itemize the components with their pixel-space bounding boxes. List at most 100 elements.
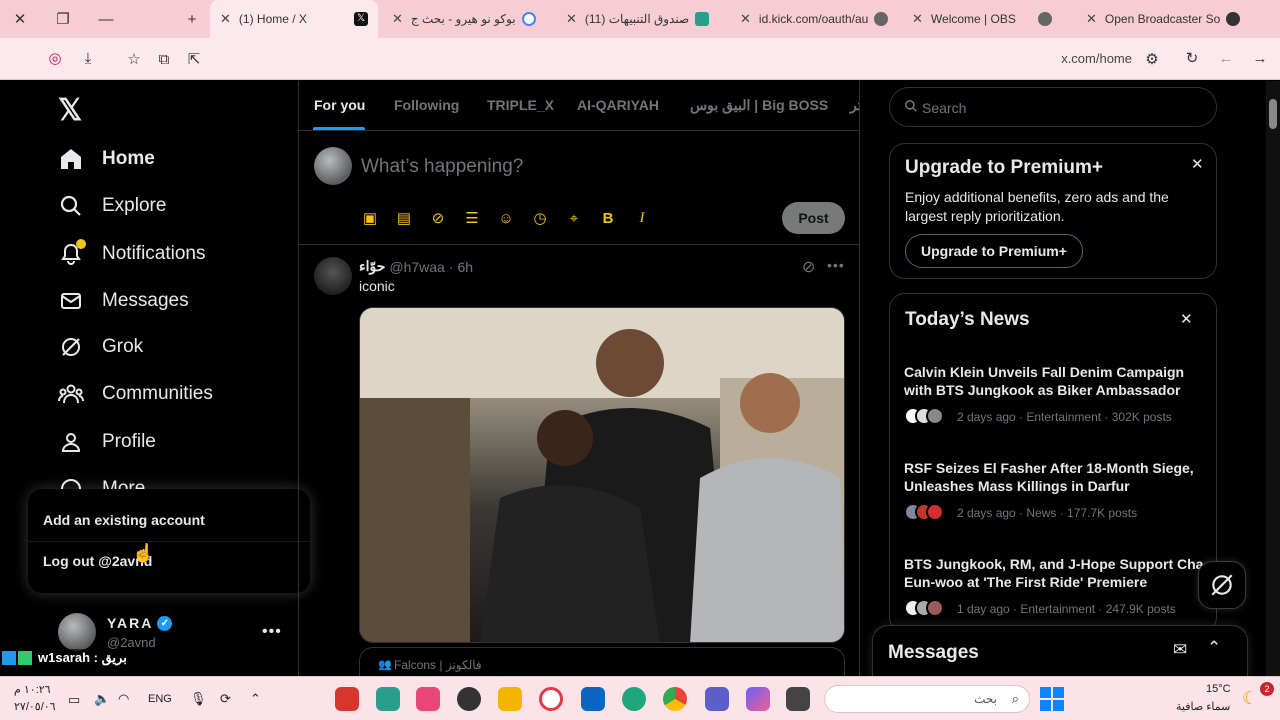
italic-icon[interactable]: I [633,209,651,227]
copilot-icon[interactable] [746,687,770,711]
messages-drawer[interactable]: Messages ✉ ⌃ [872,625,1248,676]
language-indicator[interactable]: ENG [148,693,172,705]
close-icon[interactable]: ✕ [566,11,577,27]
add-account-menu-item[interactable]: Add an existing account [43,512,205,528]
weather-temp[interactable]: 15°C [1206,683,1231,695]
sidebar-item-communities[interactable]: Communities [58,374,213,414]
tab-kick[interactable]: ✕ id.kick.com/oauth/au [730,0,896,38]
tab-notifications[interactable]: ✕ (11) صندوق التنبيهات [556,0,726,38]
news-headline[interactable]: Calvin Klein Unveils Fall Denim Campaign… [904,363,1204,399]
app-icon[interactable] [786,687,810,711]
reload-icon[interactable]: ↻ [1182,48,1202,68]
clock-time[interactable]: ١٠:٢٦ م [14,683,51,696]
schedule-icon[interactable]: ◷ [531,209,549,227]
more-options-icon[interactable]: ••• [827,257,845,273]
emoji-icon[interactable]: ☺ [497,209,515,227]
search-input[interactable]: Search [889,87,1217,127]
tab-following[interactable]: Following [394,97,459,113]
microphone-icon[interactable]: 🎙 [190,691,207,707]
tab-ai-qariyah[interactable]: AI-QARIYAH [577,97,659,113]
chrome-icon[interactable] [663,687,687,711]
chevron-up-icon[interactable]: ⌃ [1207,638,1221,658]
close-icon[interactable]: ✕ [740,11,751,27]
sidebar-item-grok[interactable]: Grok [58,327,143,367]
scrollbar-thumb[interactable] [1269,99,1277,129]
grok-floating-button[interactable] [1198,561,1246,609]
chevron-up-icon[interactable]: ⌃ [250,691,261,707]
tweet-time[interactable]: 6h [458,259,474,275]
tab-obs-welcome[interactable]: ✕ Welcome | OBS [902,0,1072,38]
tab-obs[interactable]: ✕ Open Broadcaster So [1076,0,1280,38]
close-icon[interactable]: ✕ [1086,11,1097,27]
opera-icon[interactable] [539,687,563,711]
grok-icon[interactable]: ⊘ [802,257,815,277]
grok-icon[interactable]: ⊘ [429,209,447,227]
share-icon[interactable]: ⇱ [184,49,204,69]
sidebar-item-home[interactable]: Home [58,139,155,179]
tab-search[interactable]: ✕ بوكو نو هيرو - بحث ج [382,0,552,38]
sidebar-item-explore[interactable]: Explore [58,186,166,226]
upgrade-button[interactable]: Upgrade to Premium+ [905,234,1083,268]
close-window-icon[interactable]: ✕ [10,9,30,29]
tab-home-x[interactable]: ✕ (1) Home / X 𝕏 [210,0,378,38]
tab-for-you[interactable]: For you [314,97,365,113]
tweet-handle[interactable]: @h7waa [389,259,444,275]
tweet-author[interactable]: حوّاء [359,258,385,275]
sidebar-item-notifications[interactable]: Notifications [58,234,206,274]
location-icon[interactable]: ⌖ [565,209,583,227]
close-icon[interactable]: ✕ [392,11,403,27]
sidebar-item-messages[interactable]: Messages [58,281,189,321]
teams-icon[interactable] [705,687,729,711]
close-icon[interactable]: ✕ [912,11,923,27]
gif-icon[interactable]: ▤ [395,209,413,227]
forward-icon[interactable]: ← [1216,48,1236,68]
restore-window-icon[interactable]: ❐ [53,9,73,29]
post-button[interactable]: Post [782,202,845,234]
tab-triple-x[interactable]: TRIPLE_X [487,97,554,113]
x-logo-icon[interactable]: 𝕏 [58,93,82,128]
outlook-icon[interactable] [581,687,605,711]
minimize-window-icon[interactable]: — [96,9,116,29]
new-tab-icon[interactable]: + [182,9,202,29]
close-icon[interactable]: ✕ [1180,310,1193,328]
address-bar[interactable]: ☆ ⧉ ⇱ x.com/home ⚙ [118,44,1172,74]
weather-desc[interactable]: سماء صافية [1176,700,1230,713]
taskbar-search[interactable]: بحث ⌕ [824,685,1030,713]
new-message-icon[interactable]: ✉ [1173,640,1187,660]
scrollbar[interactable] [1266,81,1280,676]
star-icon[interactable]: ☆ [124,49,144,69]
image-icon[interactable]: ▣ [361,209,379,227]
site-settings-icon[interactable]: ⚙ [1142,49,1162,69]
edge-icon[interactable] [622,687,646,711]
community-card[interactable]: 👥 Falcons | فالكونز [359,647,845,676]
account-options-icon[interactable]: ••• [262,623,282,641]
news-headline[interactable]: RSF Seizes El Fasher After 18-Month Sieg… [904,459,1204,495]
obs-icon[interactable] [457,687,481,711]
close-icon[interactable]: ✕ [220,11,231,27]
volume-icon[interactable]: 🔈 [94,691,110,707]
app-icon[interactable] [335,687,359,711]
sync-icon[interactable]: ⟳ [220,691,231,707]
avatar[interactable] [314,257,352,295]
notification-center-icon[interactable]: ▭ [68,692,80,708]
clock-date[interactable]: ٢٧/٠٥/٠٦ [14,700,56,713]
download-icon[interactable]: ⤓ [78,48,98,68]
avatar[interactable] [58,613,96,651]
poll-icon[interactable]: ☰ [463,209,481,227]
tweet-media[interactable] [359,307,845,643]
close-icon[interactable]: ✕ [1191,155,1204,173]
profile-icon[interactable]: ◎ [45,48,65,68]
sidebar-item-profile[interactable]: Profile [58,422,156,462]
folder-icon[interactable] [498,687,522,711]
news-headline[interactable]: BTS Jungkook, RM, and J-Hope Support Cha… [904,555,1204,591]
tab-big-boss[interactable]: البيق بوس | Big BOSS [690,97,828,114]
tab-overflow[interactable]: تر [850,97,859,114]
wifi-icon[interactable]: ◠ [118,691,129,707]
back-icon[interactable]: → [1250,48,1270,68]
bold-icon[interactable]: B [599,209,617,227]
compose-input[interactable]: What’s happening? [361,156,523,178]
app-icon[interactable] [376,687,400,711]
start-icon[interactable] [1040,687,1064,711]
app-icon[interactable] [416,687,440,711]
collections-icon[interactable]: ⧉ [154,49,174,69]
